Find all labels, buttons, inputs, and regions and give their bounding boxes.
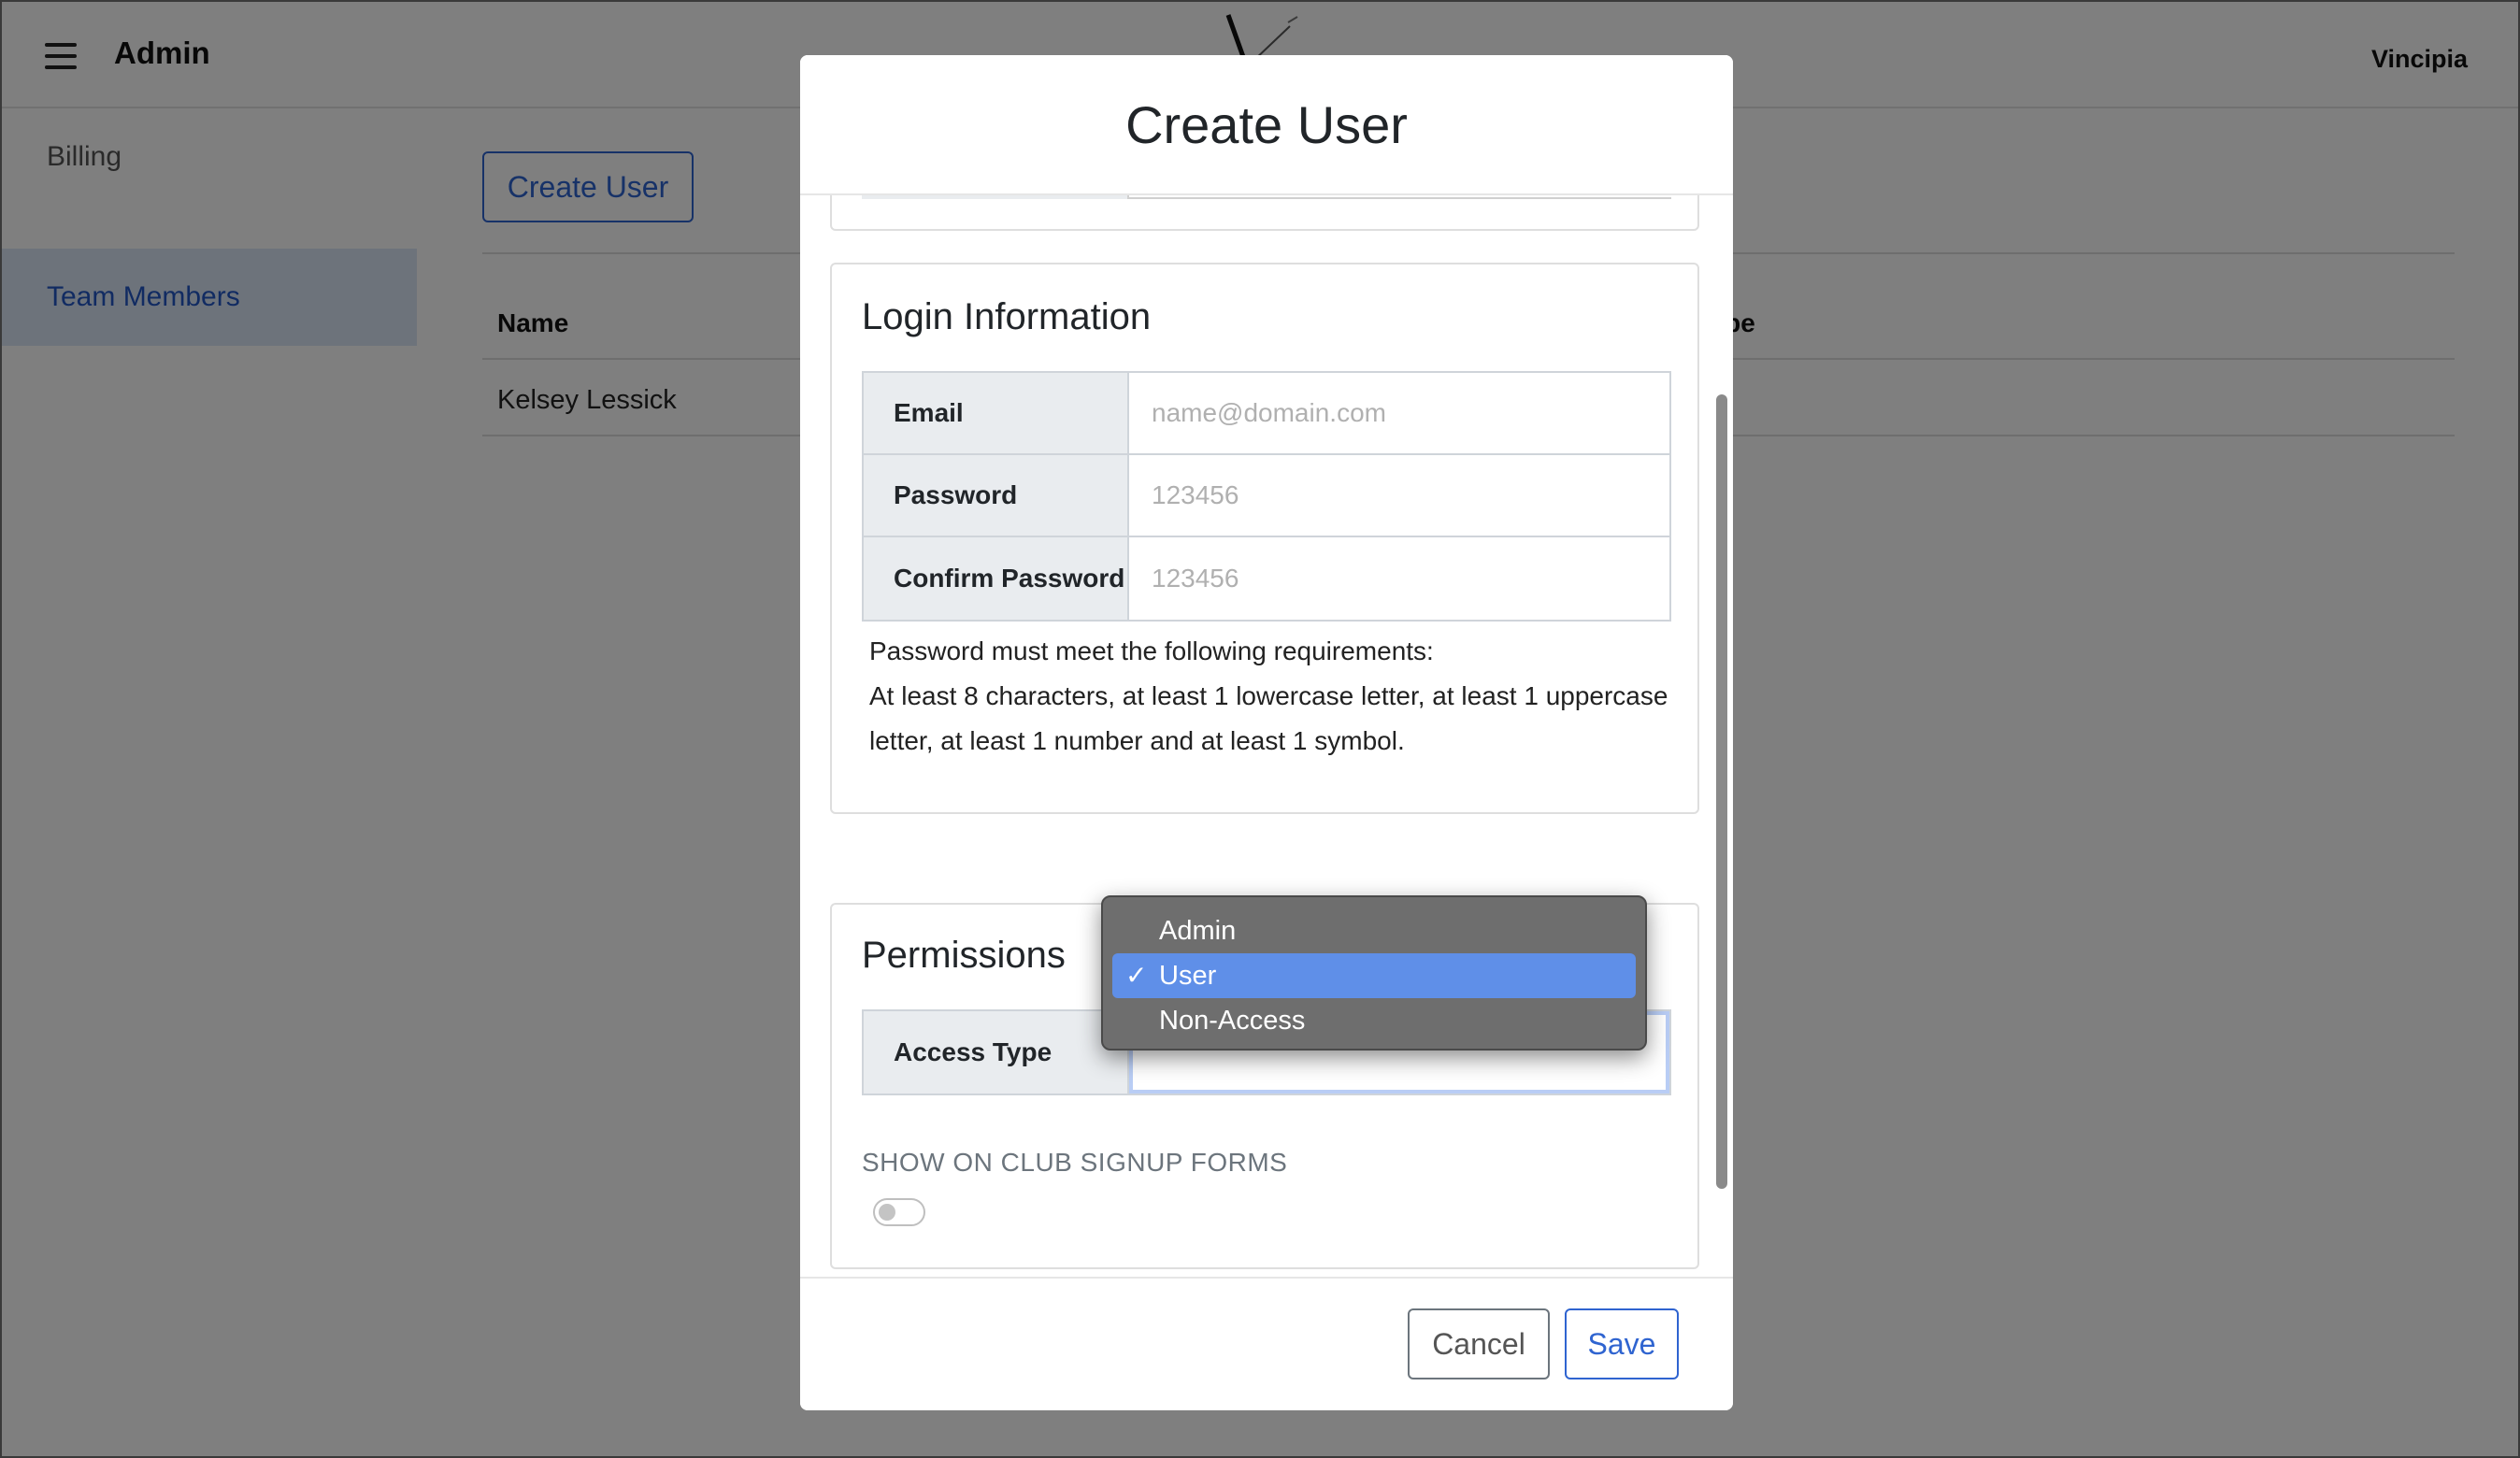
access-option-label: User <box>1159 961 1217 991</box>
previous-section-card <box>830 195 1699 231</box>
cancel-button[interactable]: Cancel <box>1408 1308 1550 1379</box>
modal-title: Create User <box>1125 95 1408 154</box>
login-information-heading: Login Information <box>862 296 1152 337</box>
confirm-password-label: Confirm Password <box>864 537 1129 620</box>
modal-body: Login Information Email Password Confirm… <box>800 195 1733 1333</box>
modal-footer: Cancel Save <box>800 1277 1733 1410</box>
email-row: Email <box>864 373 1669 455</box>
access-option-label: Non-Access <box>1159 1006 1306 1036</box>
email-label: Email <box>864 373 1129 453</box>
access-type-label: Access Type <box>864 1011 1129 1094</box>
confirm-password-field[interactable] <box>1129 537 1669 620</box>
password-label: Password <box>864 455 1129 536</box>
access-option-admin[interactable]: Admin <box>1112 908 1636 953</box>
toggle-knob <box>879 1204 895 1221</box>
modal-header: Create User <box>800 55 1733 195</box>
login-information-card: Login Information Email Password Confirm… <box>830 263 1699 814</box>
checkmark-icon: ✓ <box>1125 961 1148 990</box>
password-row: Password <box>864 455 1669 537</box>
password-requirements-title: Password must meet the following require… <box>869 636 1434 665</box>
create-user-modal: Create User Login Information Email Pass… <box>800 55 1733 1410</box>
access-type-dropdown: Admin ✓ User Non-Access <box>1101 895 1647 1051</box>
login-form: Email Password Confirm Password <box>862 371 1671 622</box>
password-field[interactable] <box>1129 455 1669 536</box>
modal-scrollbar-thumb[interactable] <box>1716 394 1727 1189</box>
access-option-label: Admin <box>1159 916 1237 946</box>
access-option-user[interactable]: ✓ User <box>1112 953 1636 998</box>
permissions-heading: Permissions <box>862 935 1066 976</box>
previous-field <box>862 195 1671 199</box>
show-on-signup-toggle[interactable] <box>873 1198 925 1226</box>
password-requirements-detail: At least 8 characters, at least 1 lowerc… <box>869 681 1668 755</box>
access-option-non-access[interactable]: Non-Access <box>1112 998 1636 1043</box>
email-field[interactable] <box>1129 373 1669 453</box>
save-button[interactable]: Save <box>1565 1308 1679 1379</box>
password-requirements: Password must meet the following require… <box>869 629 1673 764</box>
show-on-signup-label: SHOW ON CLUB SIGNUP FORMS <box>862 1148 1288 1177</box>
confirm-password-row: Confirm Password <box>864 537 1669 620</box>
